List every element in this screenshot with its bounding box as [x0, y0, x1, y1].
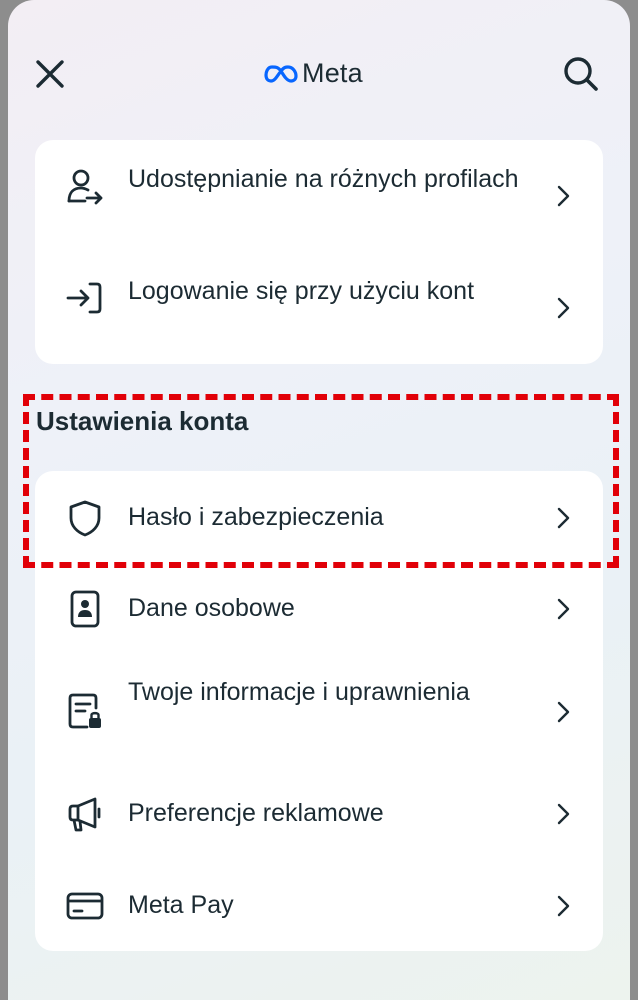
chevron-right-icon	[551, 802, 575, 826]
brand-name: Meta	[302, 58, 363, 88]
megaphone-icon	[65, 794, 105, 834]
login-arrow-icon	[65, 278, 105, 318]
settings-sheet: Meta Udostępnianie na różnych profilach	[8, 0, 630, 1000]
chevron-right-icon	[551, 597, 575, 621]
list-item-ad-preferences[interactable]: Preferencje reklamowe	[35, 779, 603, 849]
list-item-password-security[interactable]: Hasło i zabezpieczenia	[35, 483, 603, 553]
ad-preferences-label: Preferencje reklamowe	[128, 799, 384, 827]
profiles-card: Udostępnianie na różnych profilach Logow…	[35, 140, 603, 364]
meta-infinity-icon	[264, 64, 298, 83]
chevron-right-icon	[551, 184, 575, 208]
list-item-sharing[interactable]: Udostępnianie na różnych profilach	[35, 160, 603, 232]
list-item-meta-pay[interactable]: Meta Pay	[35, 871, 603, 941]
close-icon	[36, 60, 64, 88]
password-security-label: Hasło i zabezpieczenia	[128, 503, 384, 531]
chevron-right-icon	[551, 506, 575, 530]
section-title-account: Ustawienia konta	[36, 406, 249, 436]
meta-logo: Meta	[264, 58, 363, 89]
list-item-personal-data[interactable]: Dane osobowe	[35, 574, 603, 644]
credit-card-icon	[65, 886, 105, 926]
close-button[interactable]	[26, 50, 74, 98]
search-button[interactable]	[557, 50, 605, 98]
list-item-login[interactable]: Logowanie się przy użyciu kont	[35, 272, 603, 344]
chevron-right-icon	[551, 296, 575, 320]
top-bar: Meta	[8, 0, 630, 150]
info-permissions-label: Twoje informacje i uprawnienia	[128, 678, 470, 706]
document-lock-icon	[65, 691, 105, 731]
search-icon	[564, 57, 598, 91]
personal-data-label: Dane osobowe	[128, 594, 295, 622]
person-share-icon	[65, 168, 105, 208]
account-settings-card: Hasło i zabezpieczenia Dane osobowe Twoj…	[35, 471, 603, 951]
shield-icon	[65, 498, 105, 538]
login-label: Logowanie się przy użyciu kont	[128, 277, 475, 305]
meta-pay-label: Meta Pay	[128, 891, 234, 919]
list-item-info-permissions[interactable]: Twoje informacje i uprawnienia	[35, 671, 603, 751]
id-badge-icon	[65, 589, 105, 629]
chevron-right-icon	[551, 894, 575, 918]
chevron-right-icon	[551, 700, 575, 724]
sharing-label: Udostępnianie na różnych profilach	[128, 165, 519, 193]
